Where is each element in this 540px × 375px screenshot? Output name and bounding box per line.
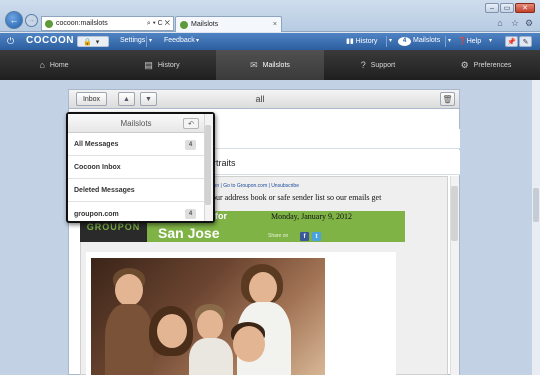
email-scrollbar-thumb[interactable] [451, 186, 458, 241]
mailslots-dropdown-icon[interactable]: ▾ [448, 37, 451, 44]
window-maximize-button[interactable]: ▭ [500, 3, 514, 13]
help-menu[interactable]: ❓Help [458, 37, 481, 45]
nav-preferences[interactable]: ⚙ Preferences [432, 50, 540, 80]
mailslots-dropdown: Mailslots ↶ All Messages 4 Cocoon Inbox … [66, 112, 215, 223]
tab-close-icon[interactable]: × [273, 21, 277, 28]
feedback-dropdown-icon[interactable]: ▾ [196, 37, 199, 44]
browser-tab-mailslots[interactable]: Mailslots × [175, 16, 282, 32]
nav-home-label: Home [49, 61, 69, 69]
main-navigation: ⌂ Home ▤ History ✉ Mailslots ? Support ⚙ Pref… [0, 50, 540, 80]
history-menu[interactable]: ▮▮ History [346, 37, 377, 45]
home-icon: ⌂ [39, 60, 45, 70]
mailslot-count-badge: 4 [185, 209, 196, 219]
address-actions-icons[interactable]: ⌕ ▾ C ✕ [147, 20, 170, 28]
mailslot-label: All Messages [74, 141, 119, 148]
mailslot-cocoon-inbox[interactable]: Cocoon Inbox [68, 157, 204, 179]
window-minimize-button[interactable]: – [485, 3, 499, 13]
mailslot-label: Cocoon Inbox [74, 164, 121, 171]
pin-icon[interactable]: 📌 [505, 36, 518, 47]
trash-icon[interactable]: 🗑 [440, 92, 455, 106]
address-text[interactable]: cocoon:mailslots [56, 20, 144, 27]
lock-icon: 🔒 [83, 38, 92, 46]
lock-button[interactable]: 🔒 ▾ [77, 36, 109, 47]
page-scrollbar[interactable] [532, 80, 540, 375]
support-question-icon: ? [360, 60, 366, 70]
banner-date: Monday, January 9, 2012 [271, 212, 353, 221]
refresh-icon[interactable]: ↶ [183, 118, 199, 129]
site-favicon-icon [45, 19, 53, 28]
banner-share-text: Share on [268, 233, 289, 239]
feedback-menu[interactable]: Feedback [164, 37, 195, 44]
history-label: History [355, 38, 378, 45]
mailslot-deleted-messages[interactable]: Deleted Messages [68, 180, 204, 202]
nav-support[interactable]: ? Support [324, 50, 432, 80]
cocoon-toolbar: ⏻ COCOON 🔒 ▾ Settings ▾ Feedback ▾ ▮▮ His… [0, 33, 540, 50]
email-address-book-notice: your address book or safe sender list so… [208, 193, 382, 202]
family-photo [91, 258, 325, 375]
facebook-icon[interactable]: f [300, 232, 309, 241]
next-message-button[interactable]: ▼ [140, 92, 157, 106]
help-icon: ❓ [458, 38, 467, 45]
tools-gear-icon[interactable]: ⚙ [524, 18, 534, 28]
forward-arrow-icon: → [28, 17, 35, 24]
settings-dropdown-icon[interactable]: ▾ [149, 37, 152, 44]
nav-support-label: Support [370, 61, 396, 69]
window-close-button[interactable]: ✕ [515, 3, 535, 13]
mailslot-all-messages[interactable]: All Messages 4 [68, 134, 204, 156]
toolbar-divider [445, 36, 446, 47]
nav-mailslots-label: Mailslots [262, 61, 290, 69]
settings-menu[interactable]: Settings [120, 37, 145, 44]
toolbar-divider [146, 36, 147, 47]
previous-message-button[interactable]: ▲ [118, 92, 135, 106]
banner-for-text: for [215, 211, 227, 221]
history-book-icon: ▤ [144, 59, 153, 70]
mailslots-label: Mailslots [413, 37, 441, 44]
mailslots-count-badge: 4 [398, 37, 411, 46]
mailslot-label: Deleted Messages [74, 187, 135, 194]
nav-mailslots[interactable]: ✉ Mailslots [216, 50, 324, 80]
tab-favicon-icon [180, 20, 188, 29]
power-icon[interactable]: ⏻ [7, 36, 14, 47]
back-arrow-icon: ← [9, 15, 19, 25]
history-book-icon: ▮▮ [346, 38, 356, 45]
folder-title: all [255, 94, 265, 104]
address-bar[interactable]: cocoon:mailslots ⌕ ▾ C ✕ [41, 16, 174, 31]
twitter-icon[interactable]: t [312, 232, 321, 241]
envelope-icon: ✉ [250, 59, 258, 70]
nav-history-label: History [157, 61, 180, 69]
help-dropdown-icon[interactable]: ▾ [489, 37, 492, 44]
help-label: Help [466, 38, 482, 45]
forward-button[interactable]: → [25, 14, 38, 27]
history-dropdown-icon[interactable]: ▾ [389, 37, 392, 44]
home-icon[interactable]: ⌂ [495, 18, 505, 28]
mailslot-count-badge: 4 [185, 139, 196, 150]
mailslots-menu[interactable]: 4 Mailslots [398, 37, 440, 46]
edit-icon[interactable]: ✎ [519, 36, 532, 47]
toolbar-divider [386, 36, 387, 47]
gear-icon: ⚙ [460, 59, 469, 70]
back-button[interactable]: ← [5, 11, 23, 29]
nav-home[interactable]: ⌂ Home [0, 50, 108, 80]
message-subject: rtraits [213, 158, 236, 168]
favorites-star-icon[interactable]: ☆ [510, 18, 520, 28]
inbox-button[interactable]: Inbox [76, 92, 107, 106]
nav-history[interactable]: ▤ History [108, 50, 216, 80]
cocoon-logo: COCOON [26, 35, 74, 46]
lock-dropdown-icon: ▾ [95, 38, 100, 46]
email-preheader-links[interactable]: upon | Go to Groupon.com | Unsubscribe [208, 183, 299, 189]
tab-label: Mailslots [191, 21, 219, 28]
mailslot-label: groupon.com [74, 210, 119, 218]
mailslot-groupon[interactable]: groupon.com 4 [68, 203, 204, 225]
page-scrollbar-thumb[interactable] [533, 188, 539, 222]
dropdown-scrollbar-thumb[interactable] [205, 125, 211, 205]
banner-city: San Jose [158, 225, 220, 241]
nav-preferences-label: Preferences [473, 61, 512, 69]
